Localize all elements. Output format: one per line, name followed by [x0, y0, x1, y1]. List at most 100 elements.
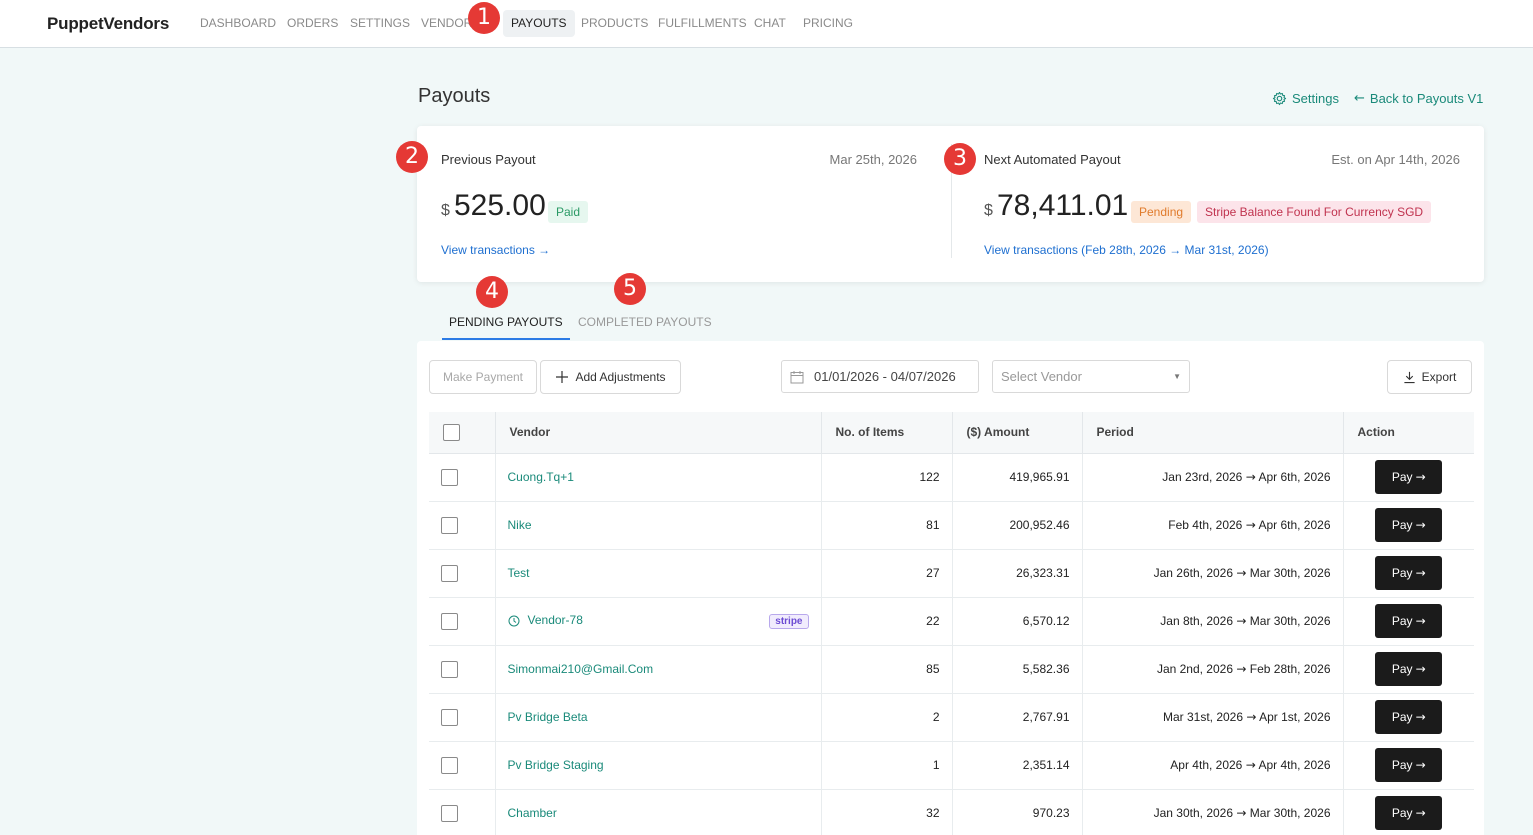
tab-pending-payouts[interactable]: PENDING PAYOUTS: [442, 313, 570, 340]
row-select-cell: [429, 549, 495, 598]
vendor-cell: Test: [494, 549, 821, 598]
items-cell: 22: [820, 597, 952, 646]
pay-button[interactable]: Pay →: [1375, 796, 1443, 830]
nav-settings[interactable]: SETTINGS: [342, 10, 418, 37]
export-button[interactable]: Export: [1387, 360, 1472, 394]
date-range-picker[interactable]: 01/01/2026 - 04/07/2026: [781, 360, 979, 393]
settings-link-label: Settings: [1292, 91, 1339, 106]
row-checkbox[interactable]: [441, 564, 458, 582]
row-select-cell: [429, 741, 495, 790]
table-header-row: Vendor No. of Items ($) Amount Period Ac…: [429, 412, 1474, 454]
table-row: Pv Bridge Beta 2 2,767.91 Mar 31st, 2026…: [429, 693, 1474, 742]
arrow-right-icon: →: [1236, 662, 1247, 676]
gear-icon: [1272, 91, 1287, 106]
pay-button[interactable]: Pay →: [1375, 604, 1443, 638]
action-cell: Pay →: [1342, 549, 1474, 598]
arrow-right-icon: →: [1415, 470, 1426, 484]
vendor-link[interactable]: Pv Bridge Beta: [508, 710, 588, 724]
pay-button[interactable]: Pay →: [1375, 652, 1443, 686]
action-cell: Pay →: [1342, 597, 1474, 646]
amount-cell: 200,952.46: [951, 501, 1082, 550]
vendor-link[interactable]: Vendor-78: [528, 613, 583, 627]
vendor-link[interactable]: Simonmai210@Gmail.Com: [508, 662, 654, 676]
row-checkbox[interactable]: [441, 516, 458, 534]
nav-chat[interactable]: CHAT: [746, 10, 794, 37]
table-row: Chamber 32 970.23 Jan 30th, 2026 → Mar 3…: [429, 789, 1474, 835]
nav-fulfillments[interactable]: FULFILLMENTS: [650, 10, 755, 37]
paid-status-badge: Paid: [548, 201, 589, 223]
period-cell: Jan 30th, 2026 → Mar 30th, 2026: [1081, 789, 1343, 835]
pay-button[interactable]: Pay →: [1375, 748, 1443, 782]
table-row: Vendor-78 stripe 22 6,570.12 Jan 8th, 20…: [429, 597, 1474, 646]
vendor-cell: Simonmai210@Gmail.Com: [494, 645, 821, 694]
nav-products[interactable]: PRODUCTS: [573, 10, 656, 37]
row-checkbox[interactable]: [441, 612, 458, 630]
settings-link[interactable]: Settings: [1272, 91, 1339, 106]
period-cell: Jan 26th, 2026 → Mar 30th, 2026: [1081, 549, 1343, 598]
nav-payouts[interactable]: PAYOUTS: [503, 10, 575, 37]
row-checkbox[interactable]: [441, 660, 458, 678]
back-to-payouts-v1-link[interactable]: ← Back to Payouts V1: [1354, 91, 1483, 106]
brand-logo[interactable]: PuppetVendors: [47, 14, 169, 34]
vendor-link[interactable]: Pv Bridge Staging: [508, 758, 604, 772]
select-all-checkbox[interactable]: [443, 423, 460, 441]
row-select-cell: [429, 453, 495, 502]
items-cell: 122: [820, 453, 952, 502]
nav-pricing[interactable]: PRICING: [795, 10, 861, 37]
nav-dashboard[interactable]: DASHBOARD: [192, 10, 284, 37]
arrow-right-icon: →: [1246, 710, 1257, 724]
arrow-right-icon: →: [1245, 758, 1256, 772]
arrow-right-icon: →: [1415, 662, 1426, 676]
vendor-cell: Pv Bridge Staging: [494, 741, 821, 790]
amount-cell: 26,323.31: [951, 549, 1082, 598]
row-checkbox[interactable]: [441, 756, 458, 774]
previous-view-transactions-link[interactable]: View transactions →: [441, 243, 550, 257]
vendor-cell: Vendor-78 stripe: [494, 597, 821, 646]
action-cell: Pay →: [1342, 789, 1474, 835]
arrow-right-icon: →: [1415, 710, 1426, 724]
period-end: Apr 4th, 2026: [1258, 758, 1331, 772]
add-adjustments-button[interactable]: Add Adjustments: [540, 360, 681, 394]
export-label: Export: [1421, 370, 1457, 384]
vendor-link[interactable]: Cuong.Tq+1: [508, 470, 574, 484]
arrow-right-icon: →: [1415, 614, 1426, 628]
vendor-select[interactable]: Select Vendor ▼: [992, 360, 1190, 393]
arrow-right-icon: →: [1415, 758, 1426, 772]
vendor-cell: Cuong.Tq+1: [494, 453, 821, 502]
period-end: Mar 30th, 2026: [1249, 806, 1331, 820]
pay-button[interactable]: Pay →: [1375, 556, 1443, 590]
calendar-icon: [790, 370, 804, 383]
next-payout-label: Next Automated Payout: [984, 152, 1121, 167]
vendor-link[interactable]: Nike: [508, 518, 532, 532]
pay-button[interactable]: Pay →: [1375, 508, 1443, 542]
table-row: Test 27 26,323.31 Jan 26th, 2026 → Mar 3…: [429, 549, 1474, 598]
table-row: Nike 81 200,952.46 Feb 4th, 2026 → Apr 6…: [429, 501, 1474, 550]
vendor-link[interactable]: Test: [508, 566, 530, 580]
marker-2: 2: [396, 141, 428, 173]
vendor-select-placeholder: Select Vendor: [1001, 369, 1082, 384]
action-cell: Pay →: [1342, 501, 1474, 550]
pending-status-badge: Pending: [1131, 201, 1192, 223]
pending-payouts-table: Vendor No. of Items ($) Amount Period Ac…: [429, 412, 1474, 835]
vendor-link[interactable]: Chamber: [508, 806, 557, 820]
amount-cell: 6,570.12: [951, 597, 1082, 646]
pay-button[interactable]: Pay →: [1375, 460, 1443, 494]
header-items: No. of Items: [820, 412, 952, 454]
row-checkbox[interactable]: [441, 708, 458, 726]
row-checkbox[interactable]: [441, 804, 458, 822]
items-cell: 2: [820, 693, 952, 742]
nav-orders[interactable]: ORDERS: [279, 10, 346, 37]
arrow-right-icon: →: [1236, 806, 1247, 820]
period-start: Jan 26th, 2026: [1153, 566, 1234, 580]
next-view-transactions-link[interactable]: View transactions (Feb 28th, 2026 → Mar …: [984, 243, 1269, 257]
previous-payout-label: Previous Payout: [441, 152, 536, 167]
pay-label: Pay: [1391, 614, 1413, 628]
pay-button[interactable]: Pay →: [1375, 700, 1443, 734]
arrow-right-icon: →: [1245, 518, 1256, 532]
row-checkbox[interactable]: [441, 468, 458, 486]
previous-payout-amount: 525.00: [454, 189, 546, 222]
tab-completed-payouts[interactable]: COMPLETED PAYOUTS: [571, 313, 719, 340]
select-all-cell: [429, 412, 495, 454]
make-payment-button[interactable]: Make Payment: [429, 360, 537, 394]
action-cell: Pay →: [1342, 693, 1474, 742]
